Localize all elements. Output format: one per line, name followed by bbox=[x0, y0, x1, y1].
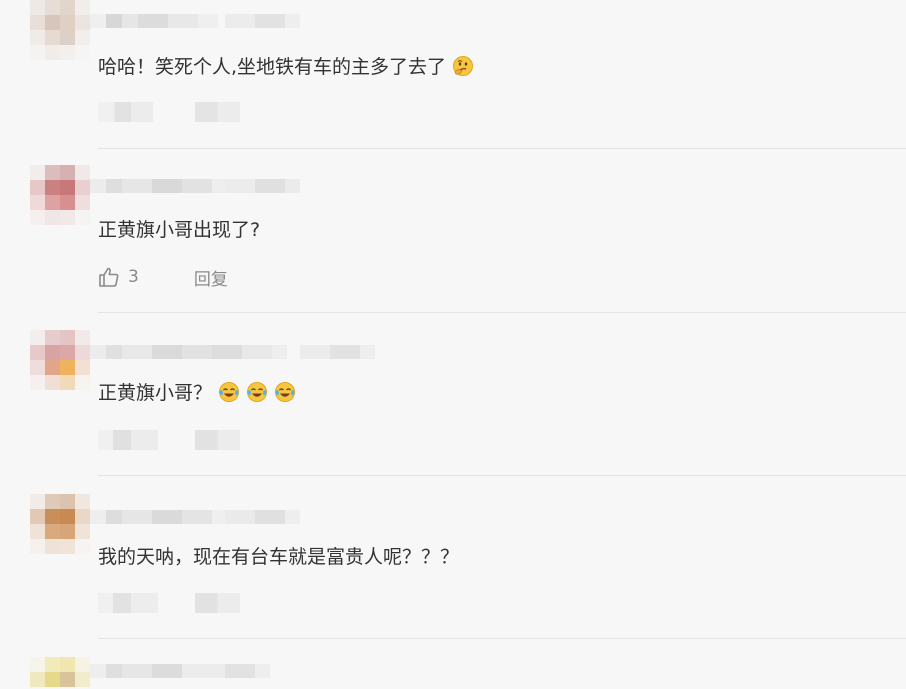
like-count: 3 bbox=[128, 267, 139, 287]
timestamp bbox=[225, 510, 300, 524]
tears-of-joy-icon bbox=[275, 382, 296, 402]
comment-actions: 3 回复 bbox=[98, 265, 228, 290]
reply-button[interactable] bbox=[195, 430, 240, 450]
reply-button[interactable] bbox=[195, 593, 240, 613]
comment-actions bbox=[98, 100, 240, 124]
reply-button[interactable] bbox=[195, 102, 240, 122]
username[interactable] bbox=[90, 14, 218, 28]
like-button[interactable] bbox=[98, 102, 153, 122]
avatar[interactable] bbox=[30, 494, 90, 554]
divider bbox=[98, 312, 906, 313]
thinking-face-icon bbox=[453, 56, 474, 76]
comment-text: 正黄旗小哥？ bbox=[98, 381, 296, 405]
username[interactable] bbox=[90, 510, 227, 524]
comment-actions bbox=[98, 428, 240, 452]
avatar[interactable] bbox=[30, 657, 90, 689]
divider bbox=[98, 475, 906, 476]
timestamp bbox=[225, 14, 300, 28]
avatar[interactable] bbox=[30, 330, 90, 390]
avatar[interactable] bbox=[30, 0, 90, 60]
comment-text: 我的天呐，现在有台车就是富贵人呢？？？ bbox=[98, 546, 460, 568]
like-button[interactable] bbox=[98, 430, 158, 450]
comment-text: 正黄旗小哥出现了? bbox=[98, 219, 261, 241]
divider bbox=[98, 638, 906, 639]
username[interactable] bbox=[90, 179, 227, 193]
timestamp bbox=[195, 664, 270, 678]
tears-of-joy-icon bbox=[219, 382, 240, 402]
timestamp bbox=[225, 179, 300, 193]
like-button[interactable]: 3 bbox=[98, 266, 139, 288]
avatar[interactable] bbox=[30, 165, 90, 225]
tears-of-joy-icon bbox=[247, 382, 268, 402]
like-button[interactable] bbox=[98, 593, 158, 613]
divider bbox=[98, 148, 906, 149]
timestamp bbox=[300, 345, 375, 359]
username[interactable] bbox=[90, 664, 197, 678]
comment-actions bbox=[98, 591, 240, 615]
username[interactable] bbox=[90, 345, 287, 359]
comment-text: 哈哈！笑死个人,坐地铁有车的主多了去了 bbox=[98, 55, 474, 79]
comment-feed: 哈哈！笑死个人,坐地铁有车的主多了去了 正黄旗小哥出现了? 3 回复 正黄旗小哥… bbox=[0, 0, 906, 689]
reply-button[interactable]: 回复 bbox=[194, 265, 228, 290]
thumbs-up-icon bbox=[99, 267, 119, 287]
